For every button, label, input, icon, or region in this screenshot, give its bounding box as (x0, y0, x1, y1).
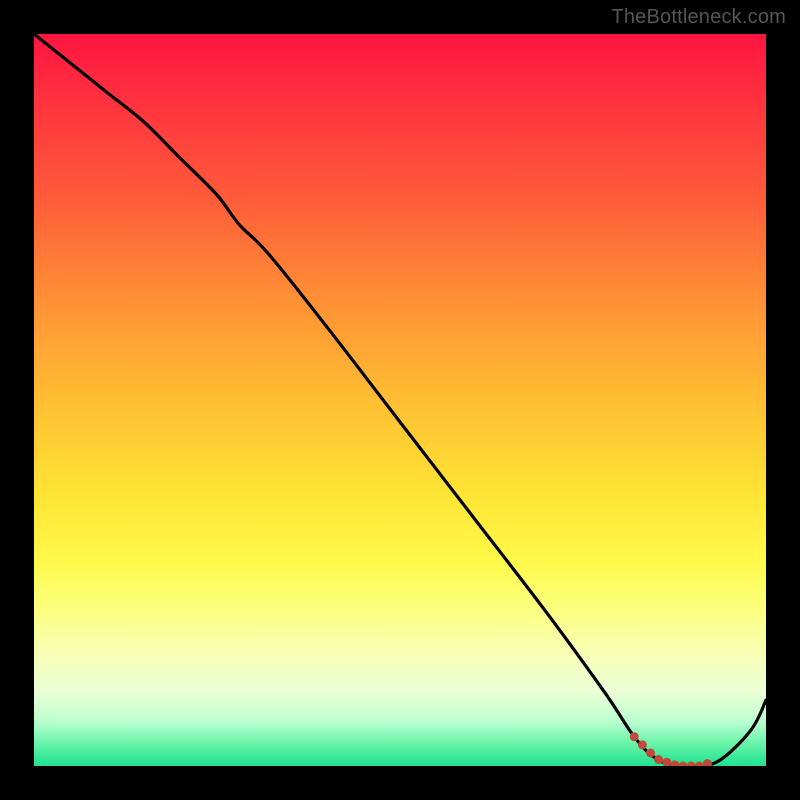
attribution-text: TheBottleneck.com (611, 6, 786, 29)
highlight-beads (630, 732, 712, 766)
highlight-bead (703, 759, 712, 766)
chart-frame: TheBottleneck.com (0, 0, 800, 800)
highlight-bead (679, 762, 688, 767)
highlight-bead (654, 755, 663, 764)
curve-svg (34, 34, 766, 766)
plot-area (34, 34, 766, 766)
highlight-bead (646, 749, 655, 758)
highlight-bead (638, 740, 647, 749)
highlight-bead (687, 762, 696, 767)
highlight-bead (670, 760, 679, 766)
highlight-bead (662, 758, 671, 766)
data-curve (34, 34, 766, 766)
highlight-bead (630, 732, 639, 741)
highlight-bead (695, 762, 704, 767)
